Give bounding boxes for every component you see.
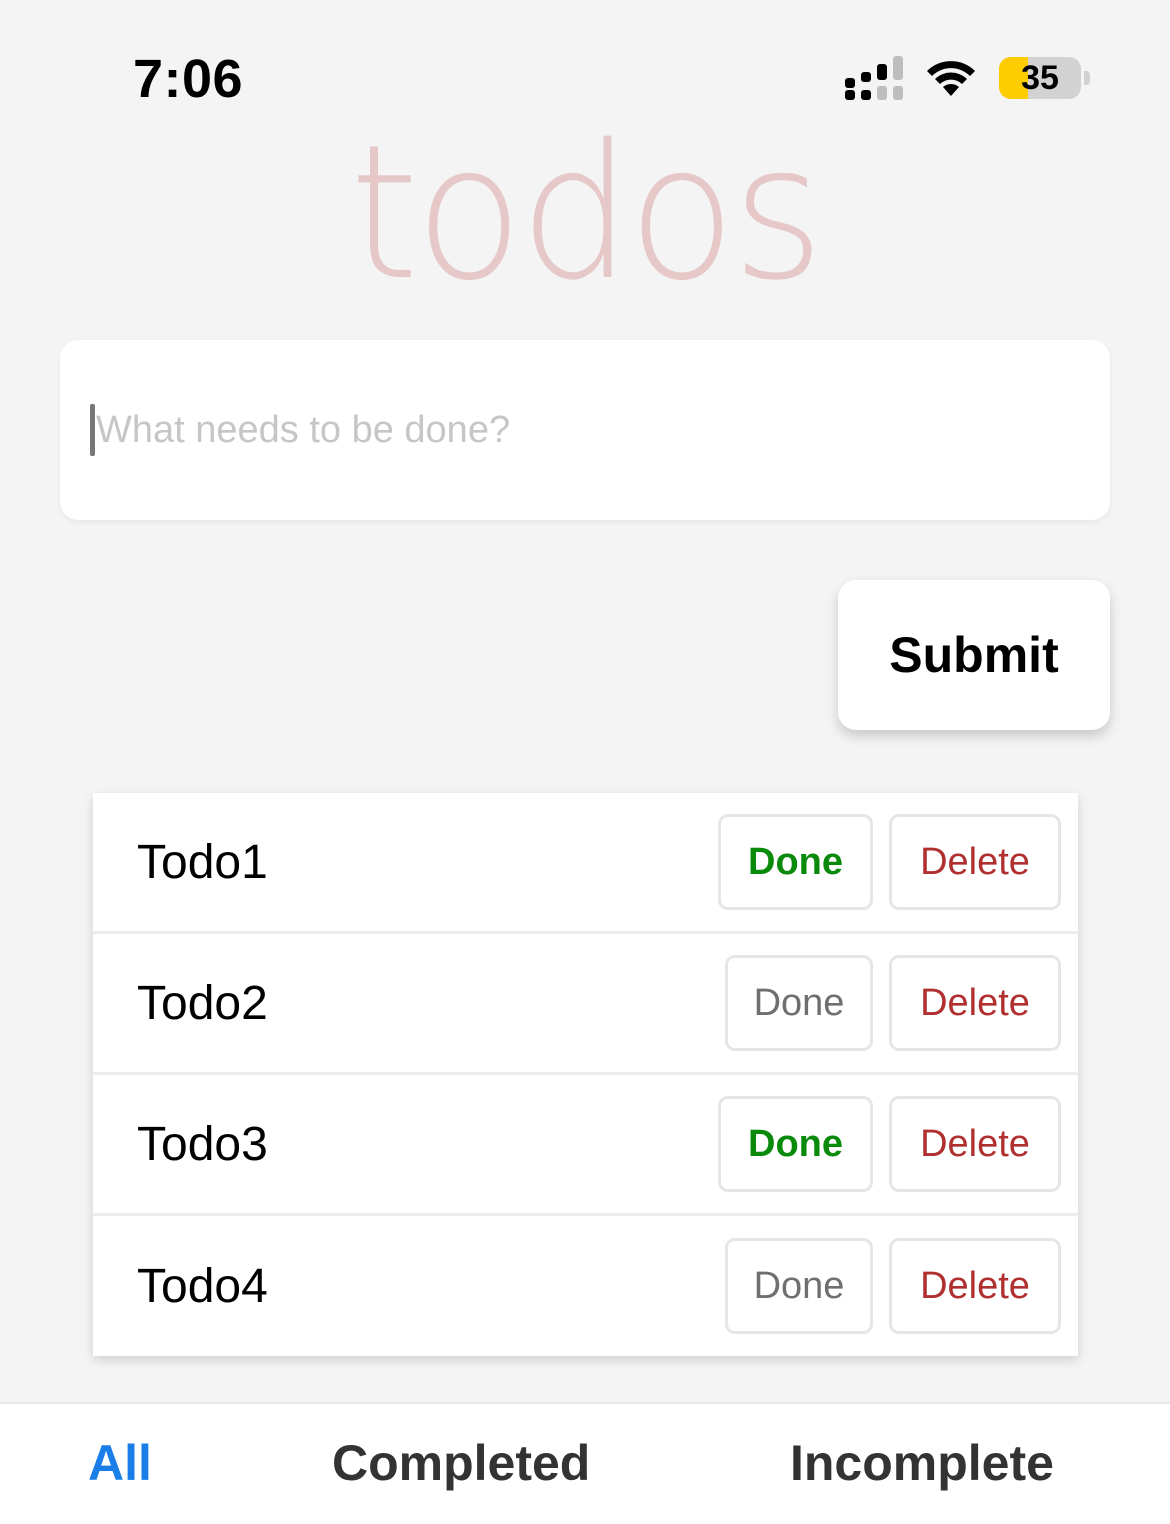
todo-item: Todo4 Done Delete: [93, 1216, 1078, 1356]
text-caret: [90, 404, 95, 456]
todo-label: Todo2: [137, 976, 268, 1030]
done-button[interactable]: Done: [725, 1238, 873, 1334]
todo-actions: Done Delete: [725, 1238, 1061, 1334]
todo-actions: Done Delete: [718, 1096, 1061, 1192]
done-button[interactable]: Done: [718, 1096, 873, 1192]
filter-tab-bar: All Completed Incomplete: [0, 1402, 1170, 1524]
todo-item: Todo3 Done Delete: [93, 1075, 1078, 1216]
delete-button[interactable]: Delete: [889, 814, 1061, 910]
submit-button[interactable]: Submit: [838, 580, 1110, 730]
delete-button[interactable]: Delete: [889, 1238, 1061, 1334]
screen: 7:06 35 todos What needs to be done? Sub…: [0, 0, 1170, 1524]
battery-group: 35: [999, 57, 1090, 99]
delete-button[interactable]: Delete: [889, 955, 1061, 1051]
wifi-icon: [927, 61, 975, 96]
todo-label: Todo1: [137, 835, 268, 889]
tab-completed[interactable]: Completed: [332, 1434, 590, 1492]
battery-cap: [1084, 71, 1090, 85]
todo-label: Todo3: [137, 1117, 268, 1171]
tab-incomplete[interactable]: Incomplete: [790, 1434, 1054, 1492]
todo-input-container: [60, 340, 1110, 520]
status-time: 7:06: [133, 49, 244, 109]
battery-level: 35: [1021, 58, 1059, 97]
done-button[interactable]: Done: [725, 955, 873, 1051]
tab-all[interactable]: All: [88, 1434, 152, 1492]
done-button[interactable]: Done: [718, 814, 873, 910]
todo-item: Todo1 Done Delete: [93, 793, 1078, 934]
battery-icon: 35: [999, 57, 1081, 99]
todo-actions: Done Delete: [725, 955, 1061, 1051]
todo-item: Todo2 Done Delete: [93, 934, 1078, 1075]
todo-label: Todo4: [137, 1259, 268, 1313]
todo-list: Todo1 Done Delete Todo2 Done Delete Todo…: [93, 793, 1078, 1356]
app-title: todos: [349, 104, 825, 321]
todo-actions: Done Delete: [718, 814, 1061, 910]
status-icons: 35: [845, 55, 1090, 101]
delete-button[interactable]: Delete: [889, 1096, 1061, 1192]
todo-input[interactable]: [90, 340, 1080, 520]
signal-icon: [845, 56, 903, 100]
